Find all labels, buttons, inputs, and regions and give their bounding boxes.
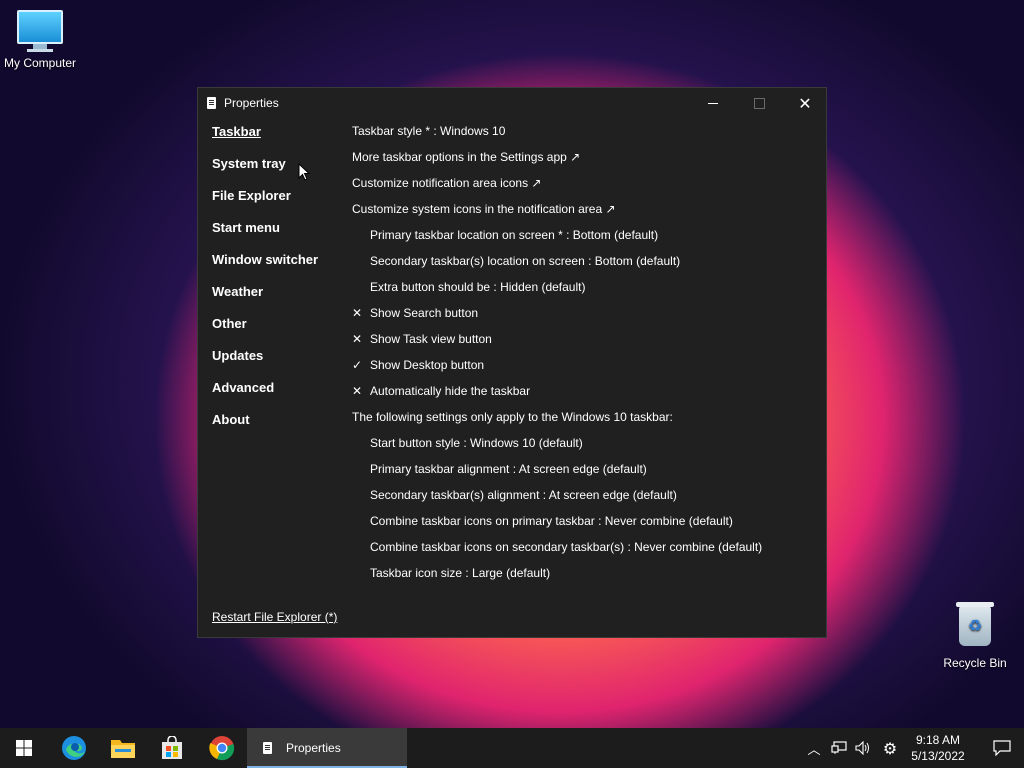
taskbar-app-label: Properties [286,741,341,755]
settings-list: Taskbar style * : Windows 10 More taskba… [352,124,812,592]
restart-file-explorer-link[interactable]: Restart File Explorer (*) [212,610,337,624]
section-heading-windows10: The following settings only apply to the… [352,410,673,424]
minimize-icon [708,102,718,104]
network-tray-button[interactable] [828,728,850,768]
show-hidden-icons-button[interactable]: ︿ [804,728,824,768]
recycle-bin-icon: ♻ [956,602,994,646]
edge-icon [62,736,86,760]
action-center-button[interactable] [980,728,1024,768]
my-computer-desktop-icon[interactable]: My Computer [0,10,80,70]
start-icon [16,740,32,756]
setting-secondary-taskbar-location[interactable]: Secondary taskbar(s) location on screen … [352,254,812,280]
unchecked-x-icon: ✕ [352,332,363,346]
clock[interactable]: 9:18 AM 5/13/2022 [906,732,970,764]
setting-primary-taskbar-alignment[interactable]: Primary taskbar alignment : At screen ed… [352,462,812,488]
toggle-show-search-button[interactable]: ✕ Show Search button [352,306,812,332]
volume-icon [855,741,869,755]
settings-nav: Taskbar System tray File Explorer Start … [212,124,342,444]
my-computer-label: My Computer [3,56,77,70]
setting-taskbar-icon-size[interactable]: Taskbar icon size : Large (default) [352,566,812,592]
store-taskbar-button[interactable] [148,728,196,768]
start-button[interactable] [0,728,48,768]
nav-item-window-switcher[interactable]: Window switcher [212,252,342,284]
store-icon [162,736,182,759]
unchecked-x-icon: ✕ [352,306,363,320]
nav-item-advanced[interactable]: Advanced [212,380,342,412]
link-customize-system-icons[interactable]: Customize system icons in the notificati… [352,202,812,228]
clock-time: 9:18 AM [915,733,961,747]
link-customize-notification-icons[interactable]: Customize notification area icons ↗ [352,176,812,202]
toggle-show-task-view-button[interactable]: ✕ Show Task view button [352,332,812,358]
window-title: Properties [224,96,279,110]
setting-extra-button[interactable]: Extra button should be : Hidden (default… [352,280,812,306]
nav-item-system-tray[interactable]: System tray [212,156,342,188]
file-explorer-taskbar-button[interactable] [99,728,147,768]
taskbar: Properties ︿ ⚙ 9:18 AM 5/13/2022 [0,728,1024,768]
setting-combine-secondary[interactable]: Combine taskbar icons on secondary taskb… [352,540,812,566]
gear-icon: ⚙ [882,738,898,758]
maximize-icon [753,97,765,109]
monitor-icon [17,10,63,44]
close-button[interactable]: ✕ [782,88,828,118]
volume-tray-button[interactable] [852,728,874,768]
toggle-show-desktop-button[interactable]: ✓ Show Desktop button [352,358,812,384]
nav-item-other[interactable]: Other [212,316,342,348]
network-icon [831,741,847,754]
close-icon: ✕ [798,93,812,113]
title-bar[interactable]: Properties ✕ [198,88,826,118]
app-icon [207,97,216,109]
clock-date: 5/13/2022 [911,749,965,763]
setting-secondary-taskbar-alignment[interactable]: Secondary taskbar(s) alignment : At scre… [352,488,812,514]
properties-taskbar-button[interactable]: Properties [247,728,407,768]
nav-item-file-explorer[interactable]: File Explorer [212,188,342,220]
setting-combine-primary[interactable]: Combine taskbar icons on primary taskbar… [352,514,812,540]
unchecked-x-icon: ✕ [352,384,363,398]
recycle-bin-label: Recycle Bin [943,656,1007,670]
notification-icon [993,740,1011,756]
nav-item-about[interactable]: About [212,412,342,444]
chevron-up-icon: ︿ [807,742,821,758]
file-explorer-icon [111,740,135,758]
settings-tray-button[interactable]: ⚙ [878,728,902,768]
toggle-auto-hide-taskbar[interactable]: ✕ Automatically hide the taskbar [352,384,812,410]
checkmark-icon: ✓ [352,358,363,372]
setting-taskbar-style[interactable]: Taskbar style * : Windows 10 [352,124,812,150]
setting-start-button-style[interactable]: Start button style : Windows 10 (default… [352,436,812,462]
maximize-button[interactable] [736,88,782,118]
setting-primary-taskbar-location[interactable]: Primary taskbar location on screen * : B… [352,228,812,254]
recycle-bin-desktop-icon[interactable]: ♻ Recycle Bin [935,602,1015,670]
minimize-button[interactable] [690,88,736,118]
properties-app-icon [263,742,272,754]
chrome-taskbar-button[interactable] [198,728,246,768]
properties-window: Properties ✕ Taskbar System tray File Ex… [197,87,827,638]
link-more-taskbar-options[interactable]: More taskbar options in the Settings app… [352,150,812,176]
nav-item-taskbar[interactable]: Taskbar [212,124,342,156]
nav-item-updates[interactable]: Updates [212,348,342,380]
chrome-icon [209,736,235,761]
edge-taskbar-button[interactable] [50,728,98,768]
nav-item-weather[interactable]: Weather [212,284,342,316]
nav-item-start-menu[interactable]: Start menu [212,220,342,252]
